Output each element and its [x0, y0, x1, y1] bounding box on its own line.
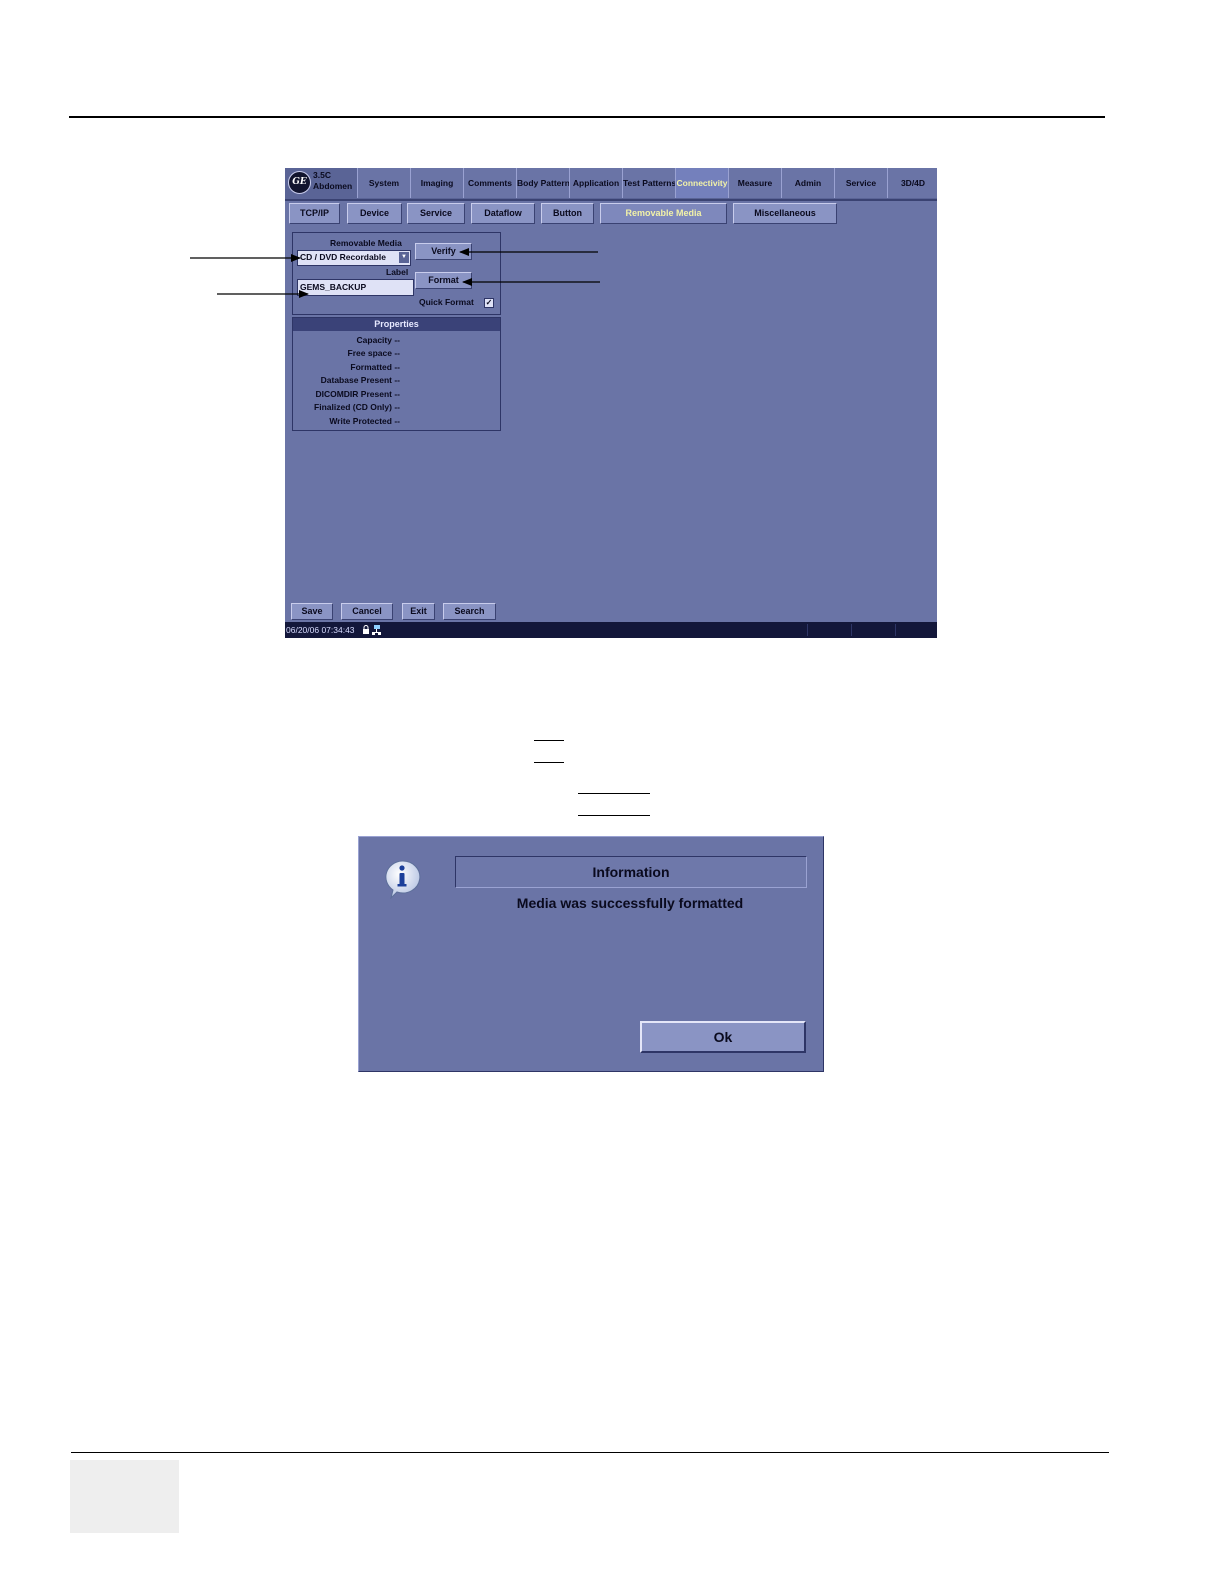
ok-button[interactable]: Ok — [640, 1021, 806, 1053]
information-dialog: Information Media was successfully forma… — [358, 836, 824, 1072]
underline-mark — [578, 793, 650, 794]
callout-arrows — [190, 248, 600, 298]
footer-rule — [71, 1452, 1109, 1453]
underline-mark — [578, 815, 650, 816]
dialog-title: Information — [455, 856, 807, 888]
info-icon — [385, 860, 421, 899]
underline-mark — [534, 762, 564, 763]
footer-box — [70, 1460, 179, 1533]
dialog-message: Media was successfully formatted — [516, 895, 744, 911]
underline-mark — [534, 740, 564, 741]
